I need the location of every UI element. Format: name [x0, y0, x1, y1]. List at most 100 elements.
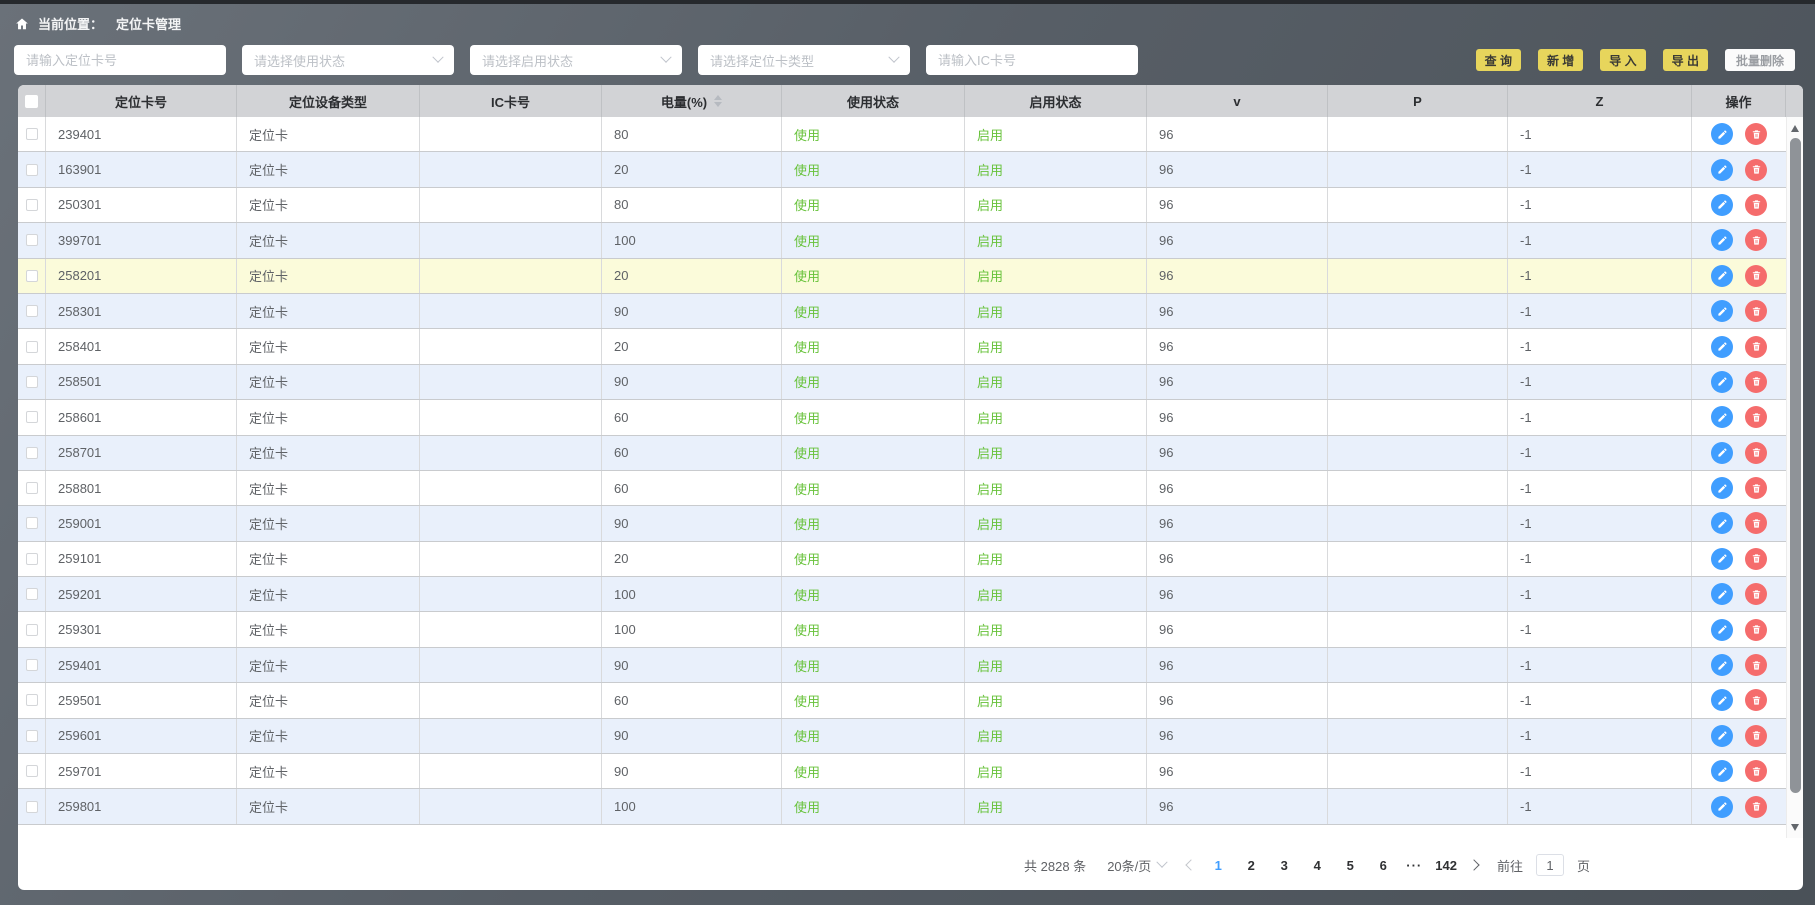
batch-delete-button[interactable]: 批量删除	[1725, 49, 1795, 71]
table-row[interactable]: 259001定位卡90使用启用96-1	[18, 506, 1786, 541]
delete-button[interactable]	[1745, 725, 1767, 747]
vertical-scrollbar[interactable]	[1786, 117, 1803, 838]
edit-button[interactable]	[1711, 548, 1733, 570]
edit-button[interactable]	[1711, 654, 1733, 676]
table-row[interactable]: 259301定位卡100使用启用96-1	[18, 612, 1786, 647]
row-checkbox[interactable]	[26, 341, 38, 353]
delete-button[interactable]	[1745, 406, 1767, 428]
edit-button[interactable]	[1711, 371, 1733, 393]
col-header-device-type[interactable]: 定位设备类型	[237, 85, 420, 117]
delete-button[interactable]	[1745, 371, 1767, 393]
page-number-6[interactable]: 6	[1373, 858, 1393, 873]
col-header-p[interactable]: P	[1328, 85, 1508, 117]
edit-button[interactable]	[1711, 477, 1733, 499]
delete-button[interactable]	[1745, 159, 1767, 181]
edit-button[interactable]	[1711, 689, 1733, 711]
page-number-last[interactable]: 142	[1435, 858, 1457, 873]
table-row[interactable]: 259101定位卡20使用启用96-1	[18, 542, 1786, 577]
ic-card-input[interactable]	[926, 45, 1138, 75]
select-all-checkbox[interactable]	[25, 95, 38, 108]
row-checkbox[interactable]	[26, 376, 38, 388]
page-size-select[interactable]: 20条/页	[1107, 856, 1166, 875]
table-row[interactable]: 258501定位卡90使用启用96-1	[18, 365, 1786, 400]
col-header-use-status[interactable]: 使用状态	[782, 85, 965, 117]
row-checkbox[interactable]	[26, 199, 38, 211]
home-icon[interactable]	[15, 17, 29, 31]
table-row[interactable]: 258401定位卡20使用启用96-1	[18, 329, 1786, 364]
col-header-enable-status[interactable]: 启用状态	[965, 85, 1147, 117]
row-checkbox[interactable]	[26, 128, 38, 140]
delete-button[interactable]	[1745, 442, 1767, 464]
col-header-card-no[interactable]: 定位卡号	[46, 85, 237, 117]
export-button[interactable]: 导 出	[1663, 49, 1708, 71]
delete-button[interactable]	[1745, 583, 1767, 605]
col-header-ic-card[interactable]: IC卡号	[420, 85, 602, 117]
table-row[interactable]: 258601定位卡60使用启用96-1	[18, 400, 1786, 435]
edit-button[interactable]	[1711, 796, 1733, 818]
row-checkbox[interactable]	[26, 553, 38, 565]
delete-button[interactable]	[1745, 123, 1767, 145]
page-number-5[interactable]: 5	[1340, 858, 1360, 873]
delete-button[interactable]	[1745, 336, 1767, 358]
edit-button[interactable]	[1711, 583, 1733, 605]
row-checkbox[interactable]	[26, 801, 38, 813]
table-row[interactable]: 258701定位卡60使用启用96-1	[18, 436, 1786, 471]
import-button[interactable]: 导 入	[1600, 49, 1645, 71]
page-number-4[interactable]: 4	[1307, 858, 1327, 873]
edit-button[interactable]	[1711, 442, 1733, 464]
row-checkbox[interactable]	[26, 517, 38, 529]
edit-button[interactable]	[1711, 619, 1733, 641]
row-checkbox[interactable]	[26, 447, 38, 459]
row-checkbox[interactable]	[26, 411, 38, 423]
table-row[interactable]: 239401定位卡80使用启用96-1	[18, 117, 1786, 152]
use-status-select[interactable]: 请选择使用状态	[242, 45, 454, 75]
col-header-z[interactable]: Z	[1508, 85, 1692, 117]
table-row[interactable]: 259401定位卡90使用启用96-1	[18, 648, 1786, 683]
card-no-input[interactable]	[14, 45, 226, 75]
row-checkbox[interactable]	[26, 624, 38, 636]
table-row[interactable]: 259501定位卡60使用启用96-1	[18, 683, 1786, 718]
edit-button[interactable]	[1711, 336, 1733, 358]
row-checkbox[interactable]	[26, 270, 38, 282]
edit-button[interactable]	[1711, 406, 1733, 428]
page-number-3[interactable]: 3	[1274, 858, 1294, 873]
delete-button[interactable]	[1745, 760, 1767, 782]
row-checkbox[interactable]	[26, 305, 38, 317]
delete-button[interactable]	[1745, 619, 1767, 641]
edit-button[interactable]	[1711, 123, 1733, 145]
add-button[interactable]: 新 增	[1538, 49, 1583, 71]
row-checkbox[interactable]	[26, 164, 38, 176]
card-type-select[interactable]: 请选择定位卡类型	[698, 45, 910, 75]
delete-button[interactable]	[1745, 300, 1767, 322]
scroll-down-arrow-icon[interactable]	[1787, 818, 1803, 836]
row-checkbox[interactable]	[26, 482, 38, 494]
scroll-up-arrow-icon[interactable]	[1787, 119, 1803, 137]
row-checkbox[interactable]	[26, 730, 38, 742]
table-row[interactable]: 259801定位卡100使用启用96-1	[18, 789, 1786, 824]
page-number-1[interactable]: 1	[1208, 858, 1228, 873]
delete-button[interactable]	[1745, 796, 1767, 818]
search-button[interactable]: 查 询	[1476, 49, 1521, 71]
table-row[interactable]: 259601定位卡90使用启用96-1	[18, 719, 1786, 754]
delete-button[interactable]	[1745, 548, 1767, 570]
delete-button[interactable]	[1745, 654, 1767, 676]
delete-button[interactable]	[1745, 689, 1767, 711]
row-checkbox[interactable]	[26, 694, 38, 706]
table-row[interactable]: 163901定位卡20使用启用96-1	[18, 152, 1786, 187]
table-row[interactable]: 399701定位卡100使用启用96-1	[18, 223, 1786, 258]
row-checkbox[interactable]	[26, 765, 38, 777]
enable-status-select[interactable]: 请选择启用状态	[470, 45, 682, 75]
prev-page-icon[interactable]	[1186, 859, 1197, 870]
edit-button[interactable]	[1711, 194, 1733, 216]
next-page-icon[interactable]	[1468, 859, 1479, 870]
goto-page-input[interactable]	[1536, 854, 1564, 876]
table-row[interactable]: 259701定位卡90使用启用96-1	[18, 754, 1786, 789]
table-row[interactable]: 259201定位卡100使用启用96-1	[18, 577, 1786, 612]
edit-button[interactable]	[1711, 760, 1733, 782]
table-row[interactable]: 258201定位卡20使用启用96-1	[18, 259, 1786, 294]
table-row[interactable]: 258301定位卡90使用启用96-1	[18, 294, 1786, 329]
delete-button[interactable]	[1745, 477, 1767, 499]
table-row[interactable]: 250301定位卡80使用启用96-1	[18, 188, 1786, 223]
page-number-2[interactable]: 2	[1241, 858, 1261, 873]
edit-button[interactable]	[1711, 300, 1733, 322]
